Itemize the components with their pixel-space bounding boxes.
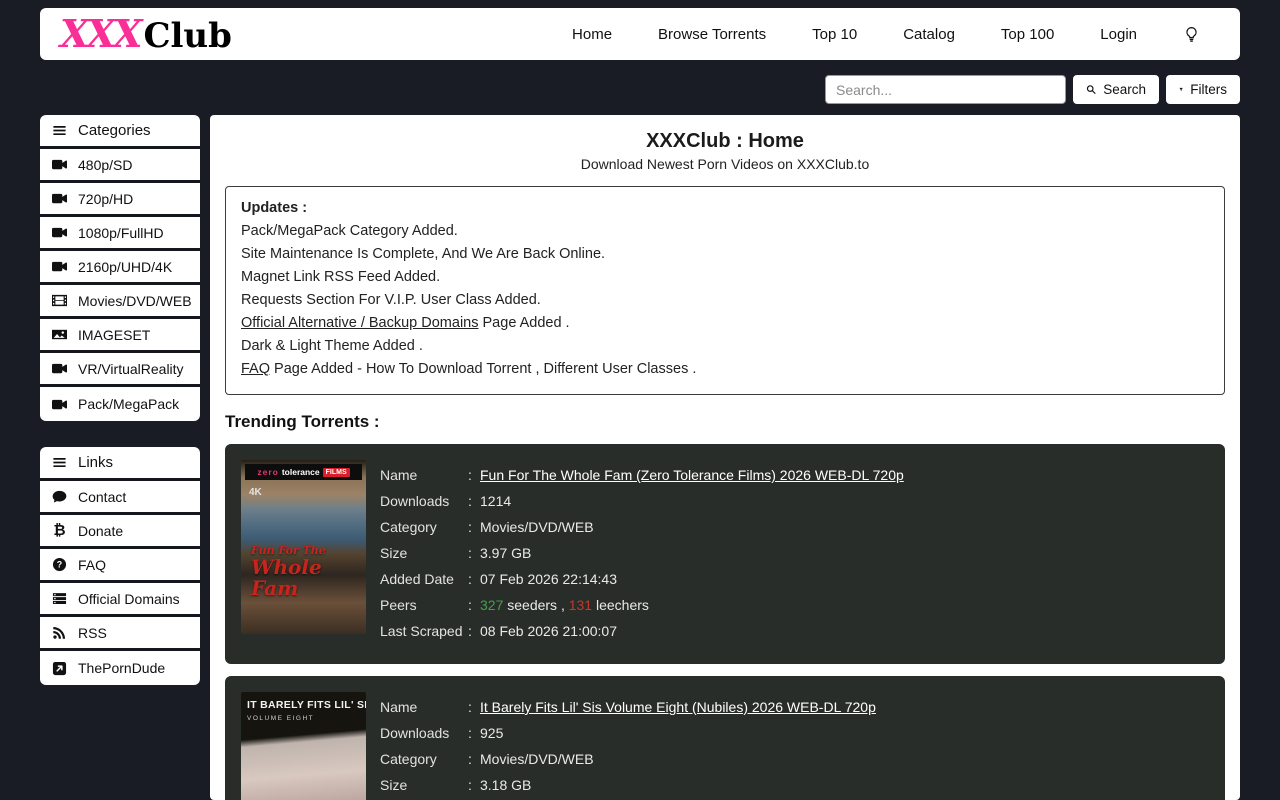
updates-heading: Updates :: [241, 197, 1209, 220]
links-header: Links: [40, 447, 200, 481]
update-line: Magnet Link RSS Feed Added.: [241, 266, 1209, 289]
sidebar: Categories 480p/SD 720p/HD 1080p/FullHD …: [40, 115, 200, 711]
links-header-label: Links: [78, 454, 113, 471]
torrent-row-added-date: Added Date: 07 Feb 2026 22:14:43: [380, 570, 1209, 588]
question-circle-icon: ?: [52, 557, 67, 572]
nav-top-10[interactable]: Top 10: [812, 26, 857, 43]
torrent-card: IT BARELY FITS LIL' SIS! VOLUME EIGHT Na…: [225, 676, 1225, 800]
nav-home[interactable]: Home: [572, 26, 612, 43]
official-domains-link[interactable]: Official Alternative / Backup Domains: [241, 315, 478, 331]
categories-header: Categories: [40, 115, 200, 149]
torrent-row-size: Size: 3.18 GB: [380, 776, 1209, 794]
trending-heading: Trending Torrents :: [225, 412, 1240, 432]
sidebar-item-720p-hd[interactable]: 720p/HD: [40, 183, 200, 217]
update-line: Dark & Light Theme Added .: [241, 335, 1209, 358]
links-box: Links Contact ₿ Donate ? FAQ: [40, 447, 200, 685]
torrent-card: zero tolerance FILMS 4K Fun For The Whol…: [225, 444, 1225, 664]
torrent-details: Name: It Barely Fits Lil' Sis Volume Eig…: [380, 692, 1209, 800]
svg-text:?: ?: [57, 560, 62, 570]
sidebar-item-vr-virtualreality[interactable]: VR/VirtualReality: [40, 353, 200, 387]
torrent-row-downloads: Downloads: 1214: [380, 492, 1209, 510]
magnifier-icon: [1086, 83, 1096, 96]
update-line: FAQ Page Added - How To Download Torrent…: [241, 358, 1209, 381]
torrent-row-peers: Peers: 327 seeders , 131 leechers: [380, 596, 1209, 614]
logo-xxx-text: XXX: [60, 15, 139, 53]
funnel-icon: [1179, 83, 1183, 96]
categories-box: Categories 480p/SD 720p/HD 1080p/FullHD …: [40, 115, 200, 421]
filters-button[interactable]: Filters: [1166, 75, 1240, 104]
server-stack-icon: [52, 591, 67, 606]
sidebar-item-donate[interactable]: ₿ Donate: [40, 515, 200, 549]
cover-studio-banner: zero tolerance FILMS: [245, 464, 362, 480]
update-line: Requests Section For V.I.P. User Class A…: [241, 289, 1209, 312]
torrent-cover-thumbnail[interactable]: IT BARELY FITS LIL' SIS! VOLUME EIGHT: [241, 692, 366, 800]
video-camera-icon: [52, 157, 67, 172]
speech-bubble-icon: [52, 489, 67, 504]
update-line: Pack/MegaPack Category Added.: [241, 220, 1209, 243]
film-strip-icon: [52, 293, 67, 308]
bitcoin-icon: ₿: [52, 522, 67, 539]
torrent-row-category: Category: Movies/DVD/WEB: [380, 518, 1209, 536]
torrent-details: Name: Fun For The Whole Fam (Zero Tolera…: [380, 460, 1209, 648]
torrent-row-category: Category: Movies/DVD/WEB: [380, 750, 1209, 768]
sidebar-item-rss[interactable]: RSS: [40, 617, 200, 651]
search-button[interactable]: Search: [1073, 75, 1159, 104]
updates-box: Updates : Pack/MegaPack Category Added. …: [225, 186, 1225, 395]
torrent-name-link[interactable]: Fun For The Whole Fam (Zero Tolerance Fi…: [480, 466, 1209, 484]
nav-top-100[interactable]: Top 100: [1001, 26, 1054, 43]
site-logo[interactable]: XXX Club: [60, 15, 232, 53]
video-camera-icon: [52, 361, 67, 376]
hamburger-menu-icon: [52, 123, 67, 138]
faq-link[interactable]: FAQ: [241, 361, 270, 377]
torrent-row-size: Size: 3.97 GB: [380, 544, 1209, 562]
torrent-name-link[interactable]: It Barely Fits Lil' Sis Volume Eight (Nu…: [480, 698, 1209, 716]
cover-title: IT BARELY FITS LIL' SIS! VOLUME EIGHT: [247, 699, 360, 722]
search-input[interactable]: [825, 75, 1066, 104]
sidebar-item-1080p-fullhd[interactable]: 1080p/FullHD: [40, 217, 200, 251]
categories-header-label: Categories: [78, 122, 151, 139]
video-camera-icon: [52, 225, 67, 240]
theme-toggle-lightbulb-icon[interactable]: [1183, 26, 1200, 43]
image-icon: [52, 327, 67, 342]
nav-catalog[interactable]: Catalog: [903, 26, 955, 43]
sidebar-item-2160p-uhd-4k[interactable]: 2160p/UHD/4K: [40, 251, 200, 285]
page-subtitle: Download Newest Porn Videos on XXXClub.t…: [210, 156, 1240, 172]
sidebar-item-pack-megapack[interactable]: Pack/MegaPack: [40, 387, 200, 421]
search-button-label: Search: [1103, 82, 1146, 97]
cover-4k-badge: 4K: [249, 487, 262, 498]
seeders-count: 327: [480, 597, 503, 613]
main-panel: XXXClub : Home Download Newest Porn Vide…: [210, 115, 1240, 800]
torrent-row-name: Name: Fun For The Whole Fam (Zero Tolera…: [380, 466, 1209, 484]
search-row: Search Filters: [825, 75, 1240, 104]
nav-browse-torrents[interactable]: Browse Torrents: [658, 26, 766, 43]
leechers-count: 131: [569, 597, 592, 613]
rss-icon: [52, 625, 67, 640]
torrent-row-last-scraped: Last Scraped: 08 Feb 2026 21:00:07: [380, 622, 1209, 640]
main-nav: Home Browse Torrents Top 10 Catalog Top …: [572, 26, 1200, 43]
sidebar-item-faq[interactable]: ? FAQ: [40, 549, 200, 583]
external-link-icon: [52, 661, 67, 676]
update-line: Site Maintenance Is Complete, And We Are…: [241, 243, 1209, 266]
video-camera-icon: [52, 191, 67, 206]
top-header-bar: XXX Club Home Browse Torrents Top 10 Cat…: [40, 8, 1240, 60]
sidebar-item-theporndude[interactable]: ThePornDude: [40, 651, 200, 685]
torrent-cover-thumbnail[interactable]: zero tolerance FILMS 4K Fun For The Whol…: [241, 460, 366, 634]
hamburger-menu-icon: [52, 455, 67, 470]
torrent-row-name: Name: It Barely Fits Lil' Sis Volume Eig…: [380, 698, 1209, 716]
page-title: XXXClub : Home: [210, 130, 1240, 153]
video-camera-icon: [52, 259, 67, 274]
sidebar-item-480p-sd[interactable]: 480p/SD: [40, 149, 200, 183]
sidebar-item-movies-dvd-web[interactable]: Movies/DVD/WEB: [40, 285, 200, 319]
nav-login[interactable]: Login: [1100, 26, 1137, 43]
sidebar-item-contact[interactable]: Contact: [40, 481, 200, 515]
sidebar-item-official-domains[interactable]: Official Domains: [40, 583, 200, 617]
update-line: Official Alternative / Backup Domains Pa…: [241, 312, 1209, 335]
sidebar-item-imageset[interactable]: IMAGESET: [40, 319, 200, 353]
torrent-row-downloads: Downloads: 925: [380, 724, 1209, 742]
video-camera-icon: [52, 397, 67, 412]
page: XXX Club Home Browse Torrents Top 10 Cat…: [0, 0, 1280, 800]
filters-button-label: Filters: [1190, 82, 1227, 97]
logo-club-text: Club: [143, 19, 231, 53]
cover-title: Fun For The Whole Fam: [241, 544, 366, 599]
